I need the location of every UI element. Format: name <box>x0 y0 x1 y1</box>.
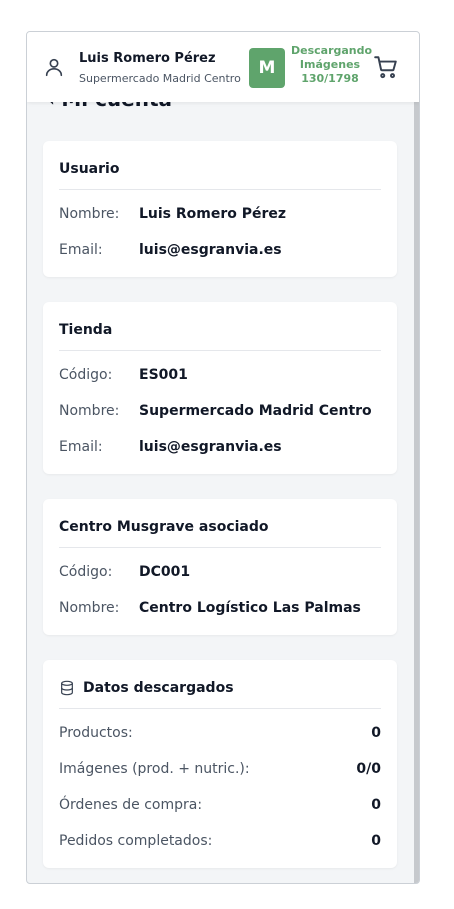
row-label: Nombre: <box>59 206 120 222</box>
scrollbar[interactable] <box>414 68 419 883</box>
divider <box>59 547 381 548</box>
row-label: Órdenes de compra: <box>59 797 203 813</box>
row-label: Código: <box>59 564 113 580</box>
usuario-card-title: Usuario <box>59 161 120 177</box>
row-label: Productos: <box>59 725 133 741</box>
row-value: Centro Logístico Las Palmas <box>139 600 361 616</box>
row-label: Email: <box>59 439 103 455</box>
row-value: Supermercado Madrid Centro <box>139 403 372 419</box>
row-value: DC001 <box>139 564 191 580</box>
divider <box>59 350 381 351</box>
row-label: Nombre: <box>59 403 120 419</box>
user-name: Luis Romero Pérez <box>79 51 216 66</box>
database-icon <box>61 680 73 696</box>
user-icon[interactable] <box>43 56 65 78</box>
download-status: Descargando Imágenes 130/1798 <box>291 44 373 86</box>
usuario-card: Usuario Nombre: Luis Romero Pérez Email:… <box>43 141 397 277</box>
divider <box>59 189 381 190</box>
brand-logo: M <box>249 48 285 88</box>
row-value: 0 <box>371 725 381 741</box>
row-label: Pedidos completados: <box>59 833 213 849</box>
app-frame: ‹ Mi cuenta Luis Romero Pérez Supermerca… <box>26 31 420 884</box>
app-header: Luis Romero Pérez Supermercado Madrid Ce… <box>27 32 419 102</box>
divider <box>59 708 381 709</box>
row-value: luis@esgranvia.es <box>139 439 282 455</box>
row-label: Imágenes (prod. + nutric.): <box>59 761 250 777</box>
datos-card-title: Datos descargados <box>83 680 234 696</box>
tienda-card: Tienda Código: ES001 Nombre: Supermercad… <box>43 302 397 474</box>
datos-card: Datos descargados Productos: 0 Imágenes … <box>43 660 397 868</box>
centro-card: Centro Musgrave asociado Código: DC001 N… <box>43 499 397 635</box>
row-value: 0 <box>371 833 381 849</box>
row-value: Luis Romero Pérez <box>139 206 287 222</box>
row-value: luis@esgranvia.es <box>139 242 282 258</box>
cart-icon[interactable] <box>373 54 399 80</box>
row-value: ES001 <box>139 367 188 383</box>
download-progress: 130/1798 <box>301 72 359 85</box>
row-value: 0/0 <box>356 761 381 777</box>
download-status-line1: Descargando <box>291 44 373 57</box>
tienda-card-title: Tienda <box>59 322 113 338</box>
row-label: Código: <box>59 367 113 383</box>
row-label: Nombre: <box>59 600 120 616</box>
download-status-line2: Imágenes <box>299 58 361 71</box>
row-label: Email: <box>59 242 103 258</box>
centro-card-title: Centro Musgrave asociado <box>59 519 269 535</box>
row-value: 0 <box>371 797 381 813</box>
store-name: Supermercado Madrid Centro <box>79 72 241 85</box>
